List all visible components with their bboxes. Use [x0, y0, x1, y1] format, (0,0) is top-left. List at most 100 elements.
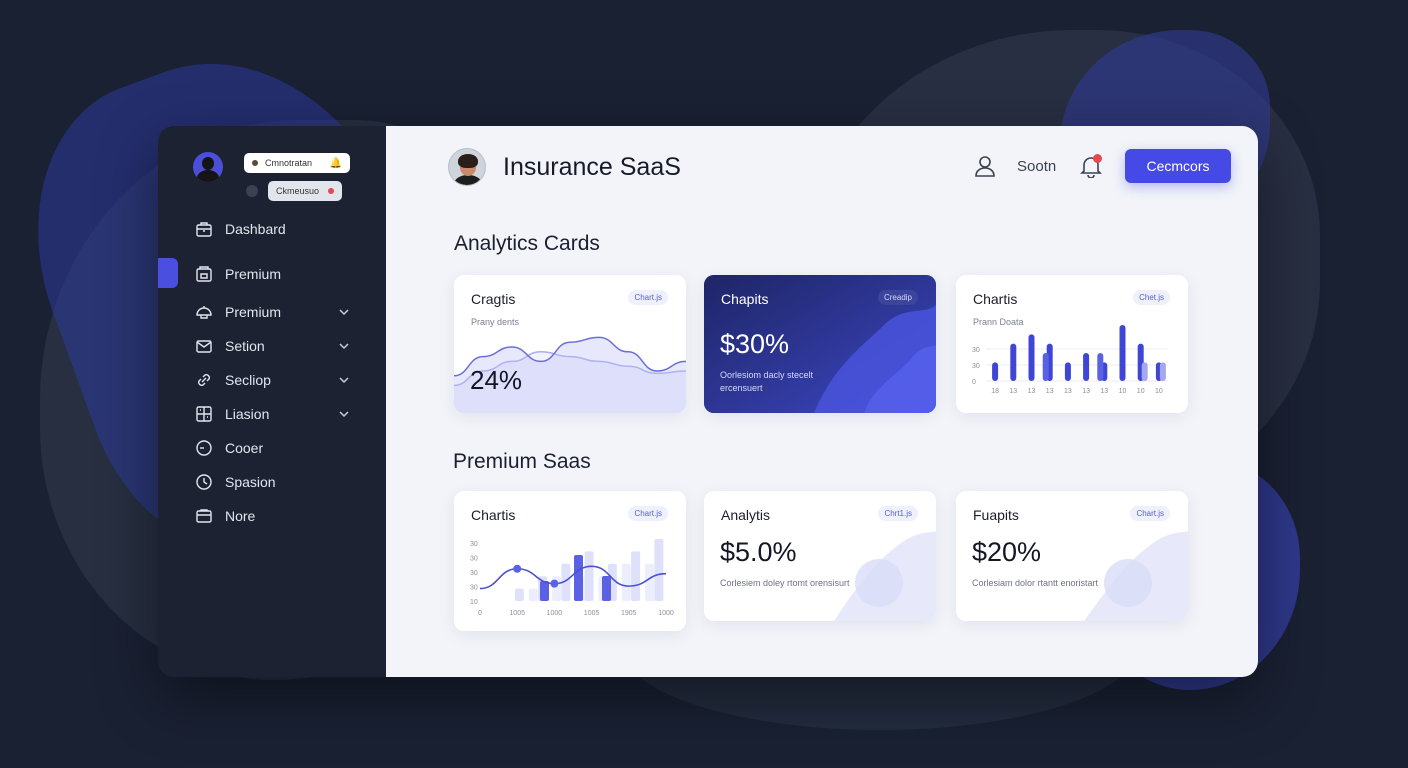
sidebar-item-label: Dashbard — [225, 221, 286, 237]
card-value: $5.0% — [720, 537, 797, 567]
sidebar-item-nore[interactable]: Nore — [158, 499, 386, 533]
card-badge: Creadip — [877, 290, 918, 305]
bar — [1097, 353, 1104, 381]
card-title: Fuapits — [973, 507, 1019, 523]
bar — [1159, 362, 1166, 381]
bar — [621, 563, 631, 601]
tick-label: 30 — [972, 347, 980, 354]
chevron-down-icon — [339, 411, 349, 418]
avatar[interactable] — [193, 152, 223, 182]
bar — [654, 539, 664, 601]
analytics-card[interactable]: Chartis Chart.js 10 30 30 30 30 0 1005 1000 1005… — [454, 491, 686, 631]
section-title-analytics: Analytics Cards — [454, 232, 600, 255]
bar — [514, 588, 524, 601]
chevron-down-icon — [339, 377, 349, 384]
clock-icon — [195, 439, 213, 457]
avatar[interactable] — [448, 148, 486, 186]
analytics-card[interactable]: Cragtis Chart.js Prany dents 24% — [454, 275, 686, 413]
sidebar-item-label: Cooer — [225, 440, 264, 456]
tick-label: 30 — [470, 570, 478, 577]
link-icon — [195, 371, 213, 389]
tick-label: 30 — [470, 541, 478, 548]
chevron-down-icon — [339, 343, 349, 350]
sidebar-item-label: Setion — [225, 338, 265, 354]
mail-icon — [195, 337, 213, 355]
tick-label: 10 — [470, 599, 478, 606]
sidebar-item-label: Spasion — [225, 474, 276, 490]
section-title-premium: Premium Saas — [453, 450, 591, 473]
sidebar-item-label: Premium — [225, 304, 282, 320]
analytics-card[interactable]: Chapits Creadip $30% Oorlesiom dacly ste… — [704, 275, 936, 413]
analytics-card[interactable]: Fuapits Chart.js $20% Corlesiam dolor rt… — [956, 491, 1188, 621]
sidebar-item-setion[interactable]: Setion — [158, 329, 386, 363]
bar — [992, 362, 999, 381]
umbrella-icon — [195, 303, 213, 321]
tick-label: 10 — [1119, 388, 1127, 395]
sidebar-item-label: Secliop — [225, 372, 271, 388]
bar — [1064, 362, 1071, 381]
sidebar-item-spasion[interactable]: Spasion — [158, 465, 386, 499]
bar-highlight — [574, 555, 583, 601]
bar-chart: 0 30 30 18 13 13 13 13 13 13 10 10 10 — [972, 325, 1168, 395]
bell-icon: 🔔 — [329, 157, 342, 169]
bar — [1119, 325, 1126, 381]
combo-chart: 10 30 30 30 30 0 1005 1000 1005 1905 1000 — [470, 539, 674, 617]
sidebar-item-dashboard[interactable]: Dashbard — [158, 214, 386, 244]
tick-label: 1000 — [658, 610, 674, 617]
app-window: Cmnotratan 🔔 Ckmeusuo Dashbard Premium P… — [158, 126, 1258, 677]
tick-label: 13 — [1064, 388, 1072, 395]
tick-label: 1005 — [509, 610, 525, 617]
tick-label: 30 — [470, 585, 478, 592]
primary-action-button[interactable]: Cecmcors — [1125, 149, 1231, 183]
notification-pill[interactable]: Ckmeusuo — [246, 181, 342, 201]
status-dot — [246, 185, 258, 197]
card-value: $20% — [972, 537, 1042, 567]
status-dot — [252, 160, 258, 166]
bar — [1028, 334, 1035, 381]
sidebar-item-premium-sub[interactable]: Premium — [158, 295, 386, 329]
chevron-down-icon — [339, 309, 349, 316]
card-description: Corlesiem doley rtomt orensisurt — [720, 578, 850, 588]
tick-label: 13 — [1009, 388, 1017, 395]
tick-label: 13 — [1100, 388, 1108, 395]
sidebar-item-cooer[interactable]: Cooer — [158, 431, 386, 465]
tick-label: 10 — [1155, 388, 1163, 395]
card-badge: Chrt1.js — [878, 506, 918, 521]
card-badge: Chart.js — [1130, 506, 1170, 521]
sidebar-item-label: Nore — [225, 508, 256, 524]
tick-label: 13 — [1028, 388, 1036, 395]
main-content: Insurance SaaS Sootn Cecmcors Analytics … — [386, 126, 1258, 677]
bar — [1010, 343, 1017, 381]
sidebar-nav: Dashbard Premium Premium Setion Secliop … — [158, 214, 386, 533]
notification-pill[interactable]: Cmnotratan 🔔 — [244, 153, 350, 173]
user-icon[interactable] — [974, 154, 996, 178]
tick-label: 18 — [991, 388, 999, 395]
page-title: Insurance SaaS — [503, 153, 681, 181]
bar — [1141, 362, 1148, 381]
card-description: Corlesiam dolor rtantt enoristart — [972, 578, 1099, 588]
tick-label: 0 — [972, 379, 976, 386]
bar — [631, 551, 641, 601]
sidebar-item-liasion[interactable]: Liasion — [158, 397, 386, 431]
analytics-card[interactable]: Analytis Chrt1.js $5.0% Corlesiem doley … — [704, 491, 936, 621]
grid-icon — [195, 405, 213, 423]
tick-label: 1000 — [547, 610, 563, 617]
time-icon — [195, 473, 213, 491]
sidebar-item-label: Premium — [225, 266, 282, 282]
user-label[interactable]: Sootn — [1017, 158, 1056, 175]
bar — [528, 588, 538, 601]
notification-badge — [1093, 154, 1102, 163]
analytics-card[interactable]: Chartis Chet.js Prann Doata 0 30 30 18 13 13 1… — [956, 275, 1188, 413]
tick-label: 10 — [1137, 388, 1145, 395]
notification-text: Ckmeusuo — [276, 186, 320, 196]
briefcase-icon — [195, 220, 213, 238]
card-value: $30% — [720, 329, 790, 359]
sidebar: Cmnotratan 🔔 Ckmeusuo Dashbard Premium P… — [158, 126, 386, 677]
card-title: Chapits — [721, 291, 769, 307]
bar — [1083, 353, 1090, 381]
sidebar-item-secliop[interactable]: Secliop — [158, 363, 386, 397]
sidebar-item-premium[interactable]: Premium — [158, 257, 386, 291]
card-description: Oorlesiom dacly stecelt ercensuert — [720, 370, 814, 393]
folder-icon — [195, 507, 213, 525]
data-point — [513, 564, 522, 573]
